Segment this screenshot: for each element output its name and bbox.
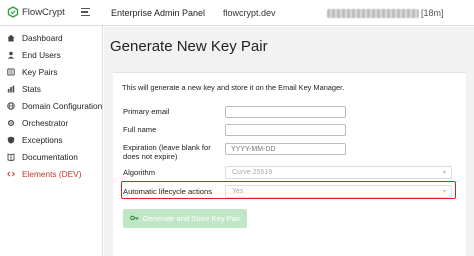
algorithm-label: Algorithm — [123, 168, 156, 177]
sidebar-item-elements-dev[interactable]: Elements (DEV) — [0, 165, 103, 182]
expiration-label: Expiration (leave blank for does not exp… — [123, 143, 211, 161]
generate-key-form: This will generate a new key and store i… — [113, 72, 466, 256]
generate-store-button[interactable]: Generate and Store Key Pair — [123, 209, 247, 228]
full-name-label: Full name — [123, 125, 157, 134]
key-icon — [7, 68, 15, 76]
users-icon — [7, 51, 15, 59]
sidebar-item-key-pairs[interactable]: Key Pairs — [0, 63, 103, 80]
sidebar-item-label: Exceptions — [22, 134, 63, 145]
code-icon — [7, 170, 15, 178]
menu-toggle-icon[interactable] — [81, 8, 90, 16]
home-icon — [7, 34, 15, 42]
app-title: Enterprise Admin Panel — [111, 8, 206, 18]
sidebar-item-dashboard[interactable]: Dashboard — [0, 29, 103, 46]
domain-label: flowcrypt.dev — [223, 8, 276, 18]
primary-email-label: Primary email — [123, 107, 170, 116]
sidebar-item-documentation[interactable]: Documentation — [0, 148, 103, 165]
top-header: FlowCrypt Enterprise Admin Panel flowcry… — [0, 0, 474, 26]
shield-icon — [7, 136, 15, 144]
full-name-input[interactable] — [225, 124, 346, 136]
highlight-box — [121, 181, 456, 199]
expiration-date-input[interactable] — [225, 143, 346, 155]
generate-store-button-label: Generate and Store Key Pair — [142, 214, 241, 223]
globe-icon — [7, 101, 15, 110]
page-title: Generate New Key Pair — [110, 38, 268, 55]
flowcrypt-logo[interactable]: FlowCrypt — [7, 6, 65, 18]
main-content: Generate New Key Pair This will generate… — [104, 27, 474, 256]
sidebar-item-end-users[interactable]: End Users — [0, 46, 103, 63]
sidebar-item-domain-configuration[interactable]: Domain Configuration — [0, 97, 103, 114]
logo-icon — [7, 6, 19, 18]
sidebar-item-label: Orchestrator — [22, 117, 69, 128]
sidebar-item-exceptions[interactable]: Exceptions — [0, 131, 103, 148]
key-icon — [129, 214, 139, 224]
account-menu[interactable]: [18m] — [327, 8, 444, 18]
algorithm-select[interactable]: Curve 25519 ▾ — [225, 166, 452, 179]
sidebar-item-label: End Users — [22, 49, 61, 60]
chevron-down-icon: ▾ — [442, 170, 446, 176]
sidebar-item-orchestrator[interactable]: Orchestrator — [0, 114, 103, 131]
primary-email-input[interactable] — [225, 106, 346, 118]
sidebar-item-label: Stats — [22, 83, 41, 94]
sidebar-item-label: Documentation — [22, 151, 78, 162]
redacted-account-email — [327, 8, 419, 18]
sidebar: Dashboard End Users Key Pairs Stats Doma… — [0, 26, 103, 256]
logo-text: FlowCrypt — [22, 6, 65, 18]
sidebar-item-label: Domain Configuration — [22, 100, 103, 111]
algorithm-value: Curve 25519 — [232, 169, 273, 176]
sidebar-item-label: Elements (DEV) — [22, 168, 82, 179]
stats-icon — [7, 85, 15, 93]
sidebar-item-stats[interactable]: Stats — [0, 80, 103, 97]
session-timer: [18m] — [421, 8, 444, 18]
sidebar-item-label: Key Pairs — [22, 66, 58, 77]
form-intro: This will generate a new key and store i… — [122, 83, 345, 92]
sidebar-item-label: Dashboard — [22, 32, 63, 43]
book-icon — [7, 152, 15, 161]
orchestrator-icon — [7, 119, 15, 127]
